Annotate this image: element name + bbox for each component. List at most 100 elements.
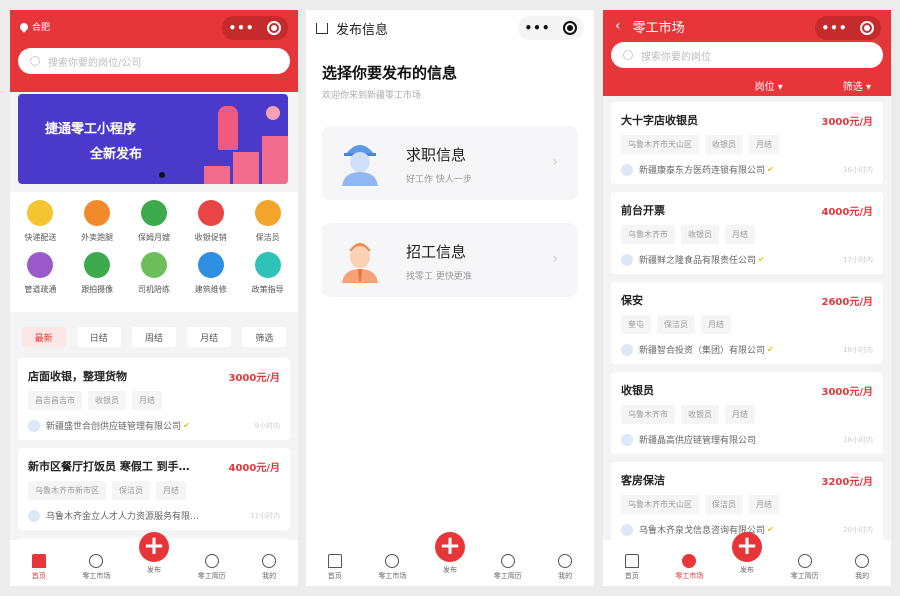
job-card[interactable]: 店面收银，整理货物 3000元/月 昌吉昌吉市 收银员 月结 新疆盛世合创供应链管理有限公… (18, 358, 290, 440)
promo-banner[interactable]: 捷通零工小程序 全新发布 (18, 94, 288, 184)
category-label: 收银促销 (194, 233, 227, 242)
tab-label: 首页 (31, 572, 46, 580)
tab-label: 零工市场 (378, 572, 407, 580)
category-item[interactable]: 建筑维修 (182, 252, 239, 304)
job-salary: 4000元/月 (228, 462, 280, 474)
tab-plus[interactable]: + 发布 (425, 532, 475, 575)
tab-market[interactable]: 零工市场 (367, 554, 417, 581)
verified-icon: ✔ (767, 345, 774, 354)
category-item[interactable]: 快递配送 (12, 200, 69, 252)
search-input[interactable]: 搜索你要的岗位 (611, 42, 883, 68)
category-item[interactable]: 保姆月嫂 (126, 200, 183, 252)
job-card[interactable]: 新市区餐厅打饭员 寒假工 到手… 4000元/月 乌鲁木齐市新市区 保洁员 月结 乌鲁木齐… (18, 448, 290, 530)
more-icon[interactable]: ••• (524, 21, 550, 35)
close-target-icon[interactable] (267, 21, 282, 35)
close-target-icon[interactable] (860, 21, 875, 35)
job-tags: 乌鲁木齐市天山区 保洁员 月结 (621, 495, 873, 514)
filter-tab[interactable]: 月结 (187, 327, 232, 347)
job-tag: 月结 (749, 135, 779, 154)
tab-resume[interactable]: 零工简历 (483, 554, 533, 581)
job-card-header: 新市区餐厅打饭员 寒假工 到手… 4000元/月 (28, 458, 280, 474)
company-logo-icon (621, 253, 633, 266)
market-screen: ‹ 零工市场 ••• 搜索你要的岗位 岗位 ▾ 筛选 ▾ 大十字店收银员 3000… (603, 10, 891, 586)
category-item[interactable]: 政策指导 (239, 252, 296, 304)
tab-user[interactable]: 我的 (540, 554, 590, 581)
tab-market[interactable]: 零工市场 (71, 554, 121, 581)
market-icon (682, 554, 697, 568)
category-item[interactable]: 保洁员 (239, 200, 296, 252)
job-card-header: 收银员 3000元/月 (621, 382, 873, 398)
job-title: 前台开票 (621, 204, 665, 217)
tab-user[interactable]: 我的 (837, 554, 887, 581)
tab-label: 我的 (262, 572, 277, 580)
job-tags: 乌鲁木齐市天山区 收银员 月结 (621, 135, 873, 154)
home-icon[interactable] (316, 22, 328, 34)
header-title: 发布信息 (336, 22, 389, 38)
tab-home[interactable]: 首页 (14, 554, 64, 581)
home-header: 合肥 ••• 搜索你要的岗位/公司 (10, 10, 298, 92)
job-tag: 乌鲁木齐市新市区 (28, 481, 106, 500)
job-tags: 奎屯 保洁员 月结 (621, 315, 873, 334)
filter-tab[interactable]: 最新 (21, 327, 66, 347)
more-icon[interactable]: ••• (821, 21, 847, 35)
category-item[interactable]: 管道疏通 (12, 252, 69, 304)
filter-tab[interactable]: 日结 (76, 327, 121, 347)
market-header: ‹ 零工市场 ••• 搜索你要的岗位 岗位 ▾ 筛选 ▾ (603, 10, 891, 96)
category-item[interactable]: 司机陪练 (126, 252, 183, 304)
job-salary: 3000元/月 (228, 372, 280, 384)
job-seeking-option[interactable]: 求职信息 好工作 快人一步 › (322, 126, 578, 200)
tab-bar: 首页 零工市场 + 发布 零工简历 我的 (306, 532, 594, 586)
verified-icon: ✔ (183, 421, 190, 430)
tab-label: 零工市场 (675, 572, 704, 580)
banner-illustration-step (204, 166, 230, 184)
job-card[interactable]: 保安 2600元/月 奎屯 保洁员 月结 新疆智合投资（集团）有限公司 ✔ 18小时内 (611, 282, 883, 364)
position-filter-dropdown[interactable]: 岗位 ▾ (755, 78, 783, 93)
job-card[interactable]: 前台开票 4000元/月 乌鲁木齐市 收银员 月结 新疆鲜之隆食品有限责任公司 ✔ 17小时内 (611, 192, 883, 274)
tab-home[interactable]: 首页 (607, 554, 657, 581)
market-icon (385, 554, 400, 568)
wrench-icon (197, 252, 224, 278)
tab-plus[interactable]: + 发布 (129, 532, 179, 575)
home-screen: 合肥 ••• 搜索你要的岗位/公司 捷通零工小程序 全新发布 快递配送 外卖跑腿保… (10, 10, 298, 586)
job-salary: 2600元/月 (821, 296, 873, 308)
tab-market[interactable]: 零工市场 (664, 554, 714, 581)
job-title: 大十字店收银员 (621, 114, 698, 127)
job-tags: 乌鲁木齐市 收银员 月结 (621, 225, 873, 244)
category-item[interactable]: 跟拍摄像 (69, 252, 126, 304)
job-card[interactable]: 收银员 3000元/月 乌鲁木齐市 收银员 月结 新疆晶高供应链管理有限公司 18小时内 (611, 372, 883, 454)
verified-icon: ✔ (767, 165, 774, 174)
job-salary: 3000元/月 (821, 116, 873, 128)
job-card[interactable]: 大十字店收银员 3000元/月 乌鲁木齐市天山区 收银员 月结 新疆康泰东方医药连锁有限公… (611, 102, 883, 184)
option-title: 招工信息 (406, 243, 467, 261)
tab-home[interactable]: 首页 (310, 554, 360, 581)
company-info: 新疆盛世合创供应链管理有限公司 ✔ (28, 419, 190, 432)
company-name: 新疆盛世合创供应链管理有限公司 (46, 422, 182, 432)
user-icon (558, 554, 573, 568)
company-logo-icon (621, 163, 633, 176)
tab-user[interactable]: 我的 (244, 554, 294, 581)
package-icon (27, 200, 54, 226)
carousel-indicator[interactable] (159, 172, 165, 178)
job-tags: 昌吉昌吉市 收银员 月结 (28, 391, 280, 410)
more-icon[interactable]: ••• (228, 21, 254, 35)
tab-resume[interactable]: 零工简历 (187, 554, 237, 581)
tab-plus[interactable]: + 发布 (722, 532, 772, 575)
tab-label: 零工市场 (82, 572, 111, 580)
tab-resume[interactable]: 零工简历 (780, 554, 830, 581)
tab-label: 发布 (146, 566, 161, 574)
category-item[interactable]: 外卖跑腿 (69, 200, 126, 252)
filter-dropdown[interactable]: 筛选 ▾ (843, 78, 871, 93)
location-selector[interactable]: 合肥 (18, 20, 50, 33)
job-tag: 收银员 (681, 405, 719, 424)
close-target-icon[interactable] (563, 21, 578, 35)
category-label: 管道疏通 (24, 285, 57, 294)
search-input[interactable]: 搜索你要的岗位/公司 (18, 48, 290, 74)
filter-tab[interactable]: 周结 (131, 327, 176, 347)
hiring-option[interactable]: 招工信息 找零工 更快更准 › (322, 223, 578, 297)
category-label: 快递配送 (24, 233, 57, 242)
back-arrow-icon[interactable]: ‹ (615, 18, 621, 34)
job-card-footer: 新疆智合投资（集团）有限公司 ✔ 18小时内 (621, 343, 873, 356)
category-item[interactable]: 收银促销 (182, 200, 239, 252)
filter-tab[interactable]: 筛选 (242, 327, 287, 347)
filter-bar: 岗位 ▾ 筛选 ▾ (603, 68, 891, 93)
